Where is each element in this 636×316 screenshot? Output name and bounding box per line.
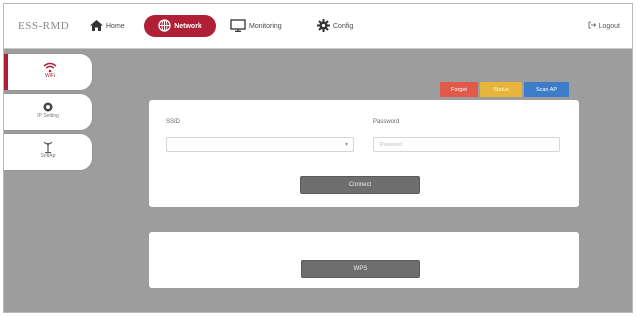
forget-button[interactable]: Forget — [440, 82, 478, 97]
sidebar-item-label: SoftAp — [40, 153, 56, 159]
chevron-down-icon: ▾ — [344, 142, 348, 148]
nav-network-label: Network — [174, 22, 202, 30]
nav-config-label: Config — [333, 22, 354, 30]
password-label: Password — [373, 119, 400, 125]
nav-monitoring[interactable]: Monitoring — [230, 15, 282, 37]
wps-panel: WPS — [149, 232, 579, 288]
logout-label: Logout — [598, 22, 620, 30]
sidebar-item-label: IP Setting — [37, 113, 59, 119]
password-field[interactable]: Password — [373, 137, 560, 152]
nav-home-label: Home — [106, 22, 125, 30]
sidebar-item-label: WiFi — [45, 73, 55, 79]
password-placeholder: Password — [380, 141, 402, 148]
home-icon — [90, 19, 103, 33]
status-button[interactable]: Status — [480, 82, 522, 97]
ssid-label: SSID — [166, 119, 181, 125]
sidebar-item-softap[interactable]: SoftAp — [4, 134, 92, 170]
nav-monitoring-label: Monitoring — [249, 22, 282, 30]
globe-icon — [158, 18, 171, 34]
nav-network[interactable]: Network — [144, 15, 216, 37]
scan-ap-button[interactable]: Scan AP — [524, 82, 569, 97]
antenna-icon — [4, 140, 92, 153]
ssid-select[interactable]: ▾ — [166, 137, 354, 152]
app-window: ESS-RMD Home Network Monitoring Config L… — [3, 3, 633, 313]
connect-button[interactable]: Connect — [300, 176, 420, 194]
logout-button[interactable]: Logout — [588, 21, 620, 31]
wifi-icon — [8, 60, 92, 73]
gear-icon — [317, 18, 330, 34]
wps-button[interactable]: WPS — [301, 260, 420, 278]
monitor-icon — [230, 18, 246, 34]
wifi-connect-panel: SSID Password ▾ Password Connect — [149, 100, 579, 207]
gear-icon — [4, 100, 92, 112]
nav-config[interactable]: Config — [317, 15, 353, 37]
sidebar-item-wifi[interactable]: WiFi — [4, 54, 92, 90]
nav-home[interactable]: Home — [90, 15, 125, 37]
logout-icon — [588, 21, 596, 31]
brand-logo-text: ESS-RMD — [18, 20, 70, 32]
top-navigation-bar: ESS-RMD Home Network Monitoring Config L… — [4, 4, 632, 49]
sidebar-item-ip-setting[interactable]: IP Setting — [4, 94, 92, 130]
